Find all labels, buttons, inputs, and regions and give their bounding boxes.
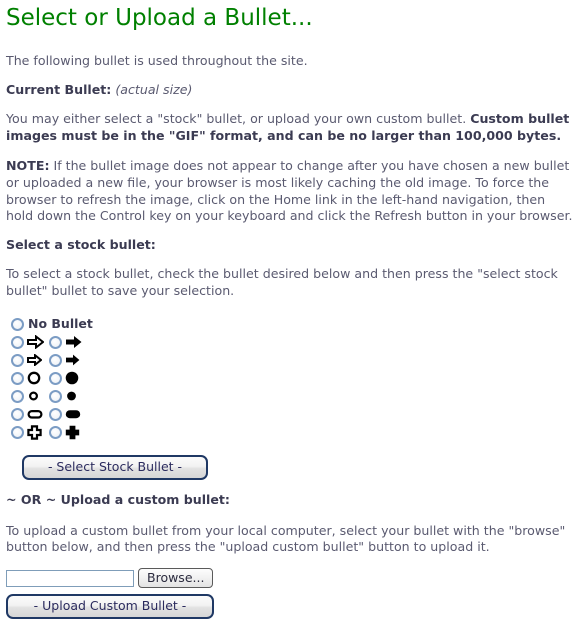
page-title: Select or Upload a Bullet... — [6, 5, 313, 31]
radio-cross-outline[interactable] — [11, 425, 24, 439]
upload-section-heading: ~ OR ~ Upload a custom bullet: — [6, 492, 576, 509]
browse-button[interactable]: Browse... — [138, 568, 214, 589]
bullet-row — [6, 387, 576, 405]
upload-custom-bullet-button[interactable]: - Upload Custom Bullet - — [6, 594, 214, 619]
bullet-row — [6, 333, 576, 351]
no-bullet-label: No Bullet — [28, 316, 93, 332]
file-picker-row: Browse... — [6, 568, 576, 589]
bullet-option-arrow-solid-large[interactable] — [44, 333, 82, 351]
bullet-row-no-bullet: No Bullet — [6, 315, 576, 333]
stock-heading-text: Select a stock bullet: — [6, 237, 156, 253]
bullet-option-circle-solid-small[interactable] — [44, 387, 82, 405]
current-bullet-label: Current Bullet: — [6, 82, 112, 98]
radio-cross-solid[interactable] — [49, 425, 62, 439]
bullet-option-circle-outline-large[interactable] — [6, 369, 44, 387]
cross-solid-icon — [65, 424, 85, 440]
bullet-option-circle-outline-small[interactable] — [6, 387, 44, 405]
current-bullet-note: (actual size) — [115, 82, 193, 98]
radio-circle-outline-small[interactable] — [11, 389, 24, 403]
note-text: If the bullet image does not appear to c… — [6, 158, 573, 224]
radio-rounded-rect-solid[interactable] — [49, 407, 62, 421]
radio-rounded-rect-outline[interactable] — [11, 407, 24, 421]
bullet-option-cross-solid[interactable] — [44, 423, 82, 441]
current-bullet-line: Current Bullet: (actual size) — [6, 82, 576, 99]
bullet-option-rounded-rect-solid[interactable] — [44, 405, 82, 423]
circle-solid-large-icon — [65, 370, 85, 386]
bullet-option-arrow-solid-small[interactable] — [44, 351, 82, 369]
intro-text: The following bullet is used throughout … — [6, 53, 308, 69]
radio-circle-outline-large[interactable] — [11, 371, 24, 385]
arrow-right-solid-small-icon — [65, 352, 85, 368]
radio-arrow-outline-small[interactable] — [11, 353, 24, 367]
radio-circle-solid-large[interactable] — [49, 371, 62, 385]
radio-arrow-solid-large[interactable] — [49, 335, 62, 349]
bullet-option-arrow-outline-large[interactable] — [6, 333, 44, 351]
radio-no-bullet[interactable] — [11, 317, 24, 331]
bullet-option-arrow-outline-small[interactable] — [6, 351, 44, 369]
stock-bullet-grid: No Bullet — [6, 315, 576, 441]
note-paragraph: NOTE: If the bullet image does not appea… — [6, 158, 576, 225]
explain-plain-text: You may either select a "stock" bullet, … — [6, 110, 471, 126]
note-label: NOTE: — [6, 158, 50, 174]
bullet-settings-page: Select or Upload a Bullet... The followi… — [0, 0, 584, 619]
bullet-option-no-bullet[interactable]: No Bullet — [6, 315, 93, 333]
bullet-row — [6, 351, 576, 369]
bullet-row — [6, 405, 576, 423]
stock-instructions: To select a stock bullet, check the bull… — [6, 265, 558, 298]
circle-solid-small-icon — [65, 388, 85, 404]
bullet-row — [6, 369, 576, 387]
radio-arrow-outline-large[interactable] — [11, 335, 24, 349]
explain-paragraph: You may either select a "stock" bullet, … — [6, 111, 576, 144]
bullet-option-rounded-rect-outline[interactable] — [6, 405, 44, 423]
arrow-right-solid-large-icon — [65, 334, 85, 350]
select-stock-bullet-button[interactable]: - Select Stock Bullet - — [22, 455, 208, 480]
radio-arrow-solid-small[interactable] — [49, 353, 62, 367]
radio-circle-solid-small[interactable] — [49, 389, 62, 403]
rounded-rect-solid-icon — [65, 406, 85, 422]
bullet-option-circle-solid-large[interactable] — [44, 369, 82, 387]
bullet-row — [6, 423, 576, 441]
upload-instructions: To upload a custom bullet from your loca… — [6, 522, 566, 555]
upload-heading-text: ~ OR ~ Upload a custom bullet: — [6, 492, 230, 507]
file-path-input[interactable] — [6, 569, 134, 587]
stock-section-heading: Select a stock bullet: — [6, 237, 576, 254]
bullet-option-cross-outline[interactable] — [6, 423, 44, 441]
